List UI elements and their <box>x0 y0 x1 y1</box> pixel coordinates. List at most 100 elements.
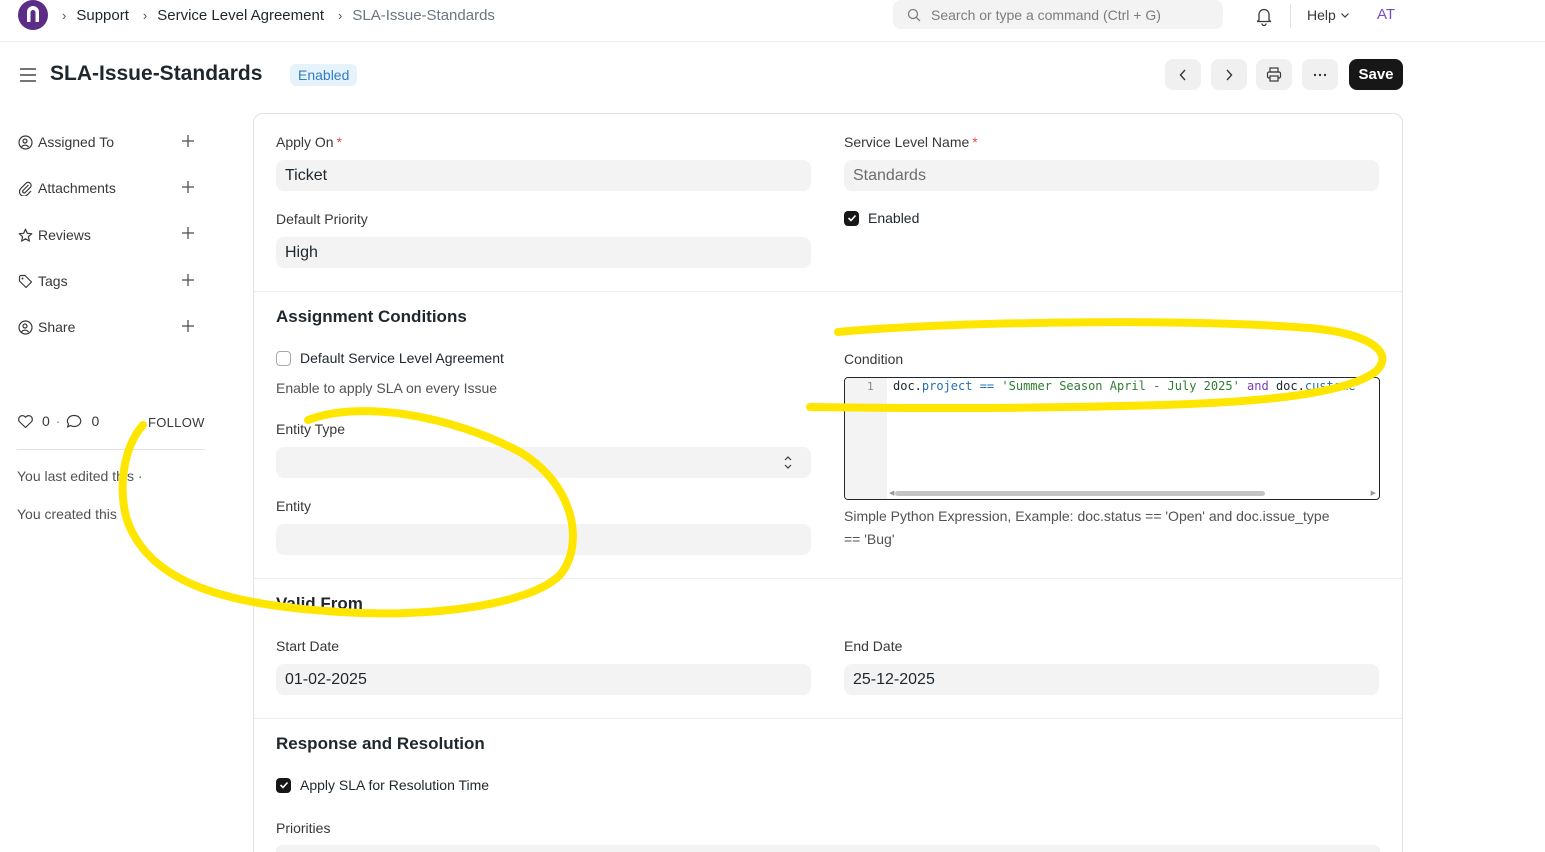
sidebar-item-label: Assigned To <box>38 134 115 150</box>
print-button[interactable] <box>1256 59 1292 90</box>
bell-icon[interactable] <box>1255 6 1273 26</box>
section-divider <box>254 291 1402 292</box>
sidebar-item-label: Reviews <box>38 227 91 243</box>
enabled-checkbox[interactable]: Enabled <box>844 210 919 226</box>
sidebar-item-label: Tags <box>38 273 68 289</box>
sidebar-item-assigned-to[interactable]: Assigned To <box>18 132 114 152</box>
app-logo-icon[interactable] <box>18 0 48 30</box>
heart-icon[interactable] <box>17 414 34 429</box>
created-note: You created this · <box>17 506 126 522</box>
comment-count: 0 <box>91 413 100 429</box>
add-review-plus-icon[interactable] <box>180 225 196 241</box>
entity-type-label: Entity Type <box>276 421 346 437</box>
separator-dot: · <box>55 413 61 429</box>
tag-icon <box>18 274 33 288</box>
entity-type-select[interactable] <box>276 447 811 478</box>
entity-field[interactable] <box>276 524 811 555</box>
priorities-table[interactable] <box>276 845 1380 852</box>
end-date-field[interactable]: 25-12-2025 <box>844 664 1379 695</box>
add-assignee-plus-icon[interactable] <box>180 133 196 149</box>
service-level-name-label: Service Level Name * <box>844 134 978 150</box>
end-date-label: End Date <box>844 638 903 654</box>
line-number: 1 <box>867 380 874 393</box>
start-date-label: Start Date <box>276 638 340 654</box>
horizontal-scrollbar[interactable] <box>895 491 1265 496</box>
scroll-right-icon[interactable]: ▶ <box>1371 489 1376 497</box>
breadcrumb-service-level-agreement[interactable]: Service Level Agreement <box>157 7 324 24</box>
apply-sla-resolution-label: Apply SLA for Resolution Time <box>300 777 490 793</box>
priorities-label: Priorities <box>276 820 331 836</box>
enabled-label: Enabled <box>868 210 920 226</box>
assignment-conditions-heading: Assignment Conditions <box>276 307 467 326</box>
service-level-name-field[interactable]: Standards <box>844 160 1379 191</box>
code-line[interactable]: doc.project == 'Summer Season April - Ju… <box>893 379 1355 393</box>
next-record-button[interactable] <box>1211 59 1247 90</box>
search-placeholder: Search or type a command (Ctrl + G) <box>931 6 1161 23</box>
code-token: 'Summer Season April - July 2025' <box>1001 379 1240 393</box>
default-priority-field[interactable]: High <box>276 237 811 268</box>
chevron-right-icon <box>1226 69 1233 80</box>
apply-on-label: Apply On * <box>276 134 343 150</box>
printer-icon <box>1266 67 1282 82</box>
last-edited-note: You last edited this · <box>17 468 143 484</box>
nav-divider <box>1290 4 1291 28</box>
help-label: Help <box>1307 7 1336 23</box>
user-assign-icon <box>18 134 33 150</box>
chevron-right-icon: › <box>142 7 148 23</box>
like-count: 0 <box>42 413 50 429</box>
add-share-plus-icon[interactable] <box>180 318 196 334</box>
add-attachment-plus-icon[interactable] <box>180 179 196 195</box>
condition-code-editor[interactable]: 1 doc.project == 'Summer Season April - … <box>844 377 1380 500</box>
comment-icon[interactable] <box>66 414 82 429</box>
chevron-down-icon <box>1340 13 1349 18</box>
default-sla-label: Default Service Level Agreement <box>300 350 504 366</box>
search-input[interactable]: Search or type a command (Ctrl + G) <box>893 0 1223 29</box>
chevron-left-icon <box>1179 69 1186 80</box>
status-badge: Enabled <box>290 64 358 86</box>
checkbox-checked-icon <box>276 777 291 793</box>
engagement-stats: 0 · 0 <box>17 413 99 429</box>
code-token: and <box>1247 379 1269 393</box>
breadcrumb: › Support › Service Level Agreement › SL… <box>62 6 509 24</box>
condition-help-line-2: == 'Bug' <box>844 531 895 547</box>
ellipsis-icon <box>1313 73 1327 76</box>
default-priority-label: Default Priority <box>276 211 368 227</box>
sidebar-item-attachments[interactable]: Attachments <box>18 178 116 198</box>
avatar[interactable]: AT <box>1377 6 1395 23</box>
search-icon <box>907 8 921 21</box>
help-dropdown[interactable]: Help <box>1307 7 1350 23</box>
top-navbar: › Support › Service Level Agreement › SL… <box>0 0 1545 42</box>
add-tag-plus-icon[interactable] <box>180 272 196 288</box>
chevron-right-icon: › <box>338 7 343 23</box>
section-divider <box>254 718 1402 719</box>
apply-sla-resolution-checkbox[interactable]: Apply SLA for Resolution Time <box>276 777 489 793</box>
hamburger-menu-icon[interactable] <box>19 67 37 83</box>
sidebar-item-label: Share <box>38 319 76 335</box>
more-actions-button[interactable] <box>1302 59 1338 90</box>
sidebar-item-tags[interactable]: Tags <box>18 271 68 291</box>
checkbox-checked-icon <box>844 210 859 226</box>
breadcrumb-support[interactable]: Support <box>76 7 129 24</box>
code-token: == <box>972 379 1002 393</box>
previous-record-button[interactable] <box>1165 59 1201 90</box>
scroll-left-icon[interactable]: ◀ <box>889 489 894 497</box>
default-sla-checkbox[interactable]: Default Service Level Agreement <box>276 350 504 366</box>
editor-gutter <box>845 378 887 499</box>
sidebar-item-reviews[interactable]: Reviews <box>18 225 91 245</box>
follow-button[interactable]: FOLLOW <box>148 415 205 430</box>
checkbox-unchecked-icon <box>276 350 291 366</box>
default-sla-description: Enable to apply SLA on every Issue <box>276 380 498 396</box>
breadcrumb-current[interactable]: SLA-Issue-Standards <box>352 7 495 24</box>
select-updown-icon <box>784 456 792 469</box>
sidebar-item-share[interactable]: Share <box>18 317 75 337</box>
start-date-field[interactable]: 01-02-2025 <box>276 664 811 695</box>
condition-help-line-1: Simple Python Expression, Example: doc.s… <box>844 508 1330 524</box>
code-token: doc. <box>1268 379 1305 393</box>
apply-on-field[interactable]: Ticket <box>276 160 811 191</box>
page-title: SLA-Issue-Standards <box>50 62 263 85</box>
save-button[interactable]: Save <box>1349 59 1403 90</box>
chevron-right-icon: › <box>62 7 67 23</box>
section-divider <box>254 578 1402 579</box>
entity-label: Entity <box>276 498 312 514</box>
